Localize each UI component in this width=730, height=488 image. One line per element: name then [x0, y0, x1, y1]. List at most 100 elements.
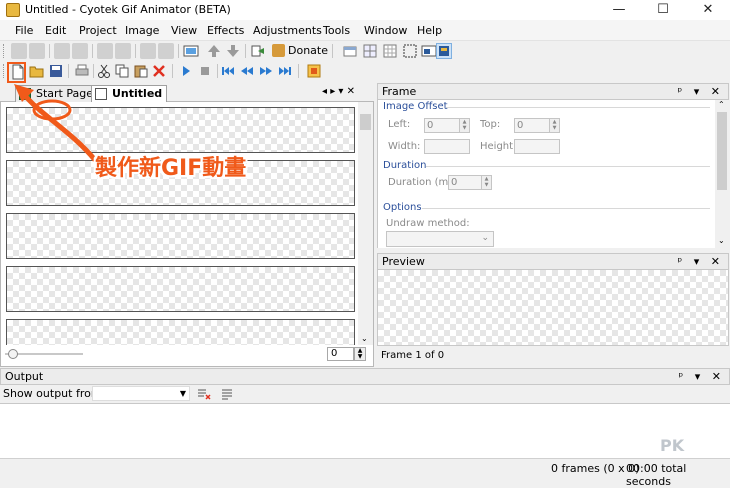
close-button[interactable]: ✕: [686, 0, 730, 20]
separator: [172, 64, 173, 78]
frame-thumbnail[interactable]: [6, 319, 355, 345]
stop-icon[interactable]: [197, 63, 213, 79]
separator: [135, 44, 136, 58]
next-frame-icon[interactable]: [258, 63, 274, 79]
frame-thumbnail[interactable]: [6, 213, 355, 259]
width-label: Width:: [388, 141, 421, 152]
panel-buttons[interactable]: ᵖ ▾ ✕: [678, 255, 724, 268]
panel-buttons[interactable]: ᵖ ▾ ✕: [678, 85, 724, 98]
left-input[interactable]: 0: [424, 118, 460, 133]
frame-icon[interactable]: [11, 43, 27, 59]
section-duration: Duration: [383, 160, 427, 171]
scroll-down-icon[interactable]: ⌄: [361, 334, 368, 343]
separator: [217, 64, 218, 78]
zoom-slider[interactable]: [5, 349, 83, 359]
minimize-button[interactable]: —: [597, 0, 641, 20]
duration-input[interactable]: 0: [448, 175, 482, 190]
scroll-down-icon[interactable]: ⌄: [718, 236, 725, 245]
import-image-icon[interactable]: [183, 43, 199, 59]
zoom-input[interactable]: 0: [327, 347, 354, 361]
panel-title: Preview: [382, 255, 425, 268]
export-icon[interactable]: [250, 43, 266, 59]
move-left-icon[interactable]: [115, 43, 131, 59]
menu-bar: File Edit Project Image View Effects Adj…: [0, 20, 730, 41]
document-icon[interactable]: [54, 43, 70, 59]
maximize-button[interactable]: ☐: [641, 0, 685, 20]
output-log[interactable]: [0, 403, 730, 458]
frame-counter: Frame 1 of 0: [381, 350, 445, 361]
top-input[interactable]: 0: [514, 118, 550, 133]
selection-icon[interactable]: [402, 43, 418, 59]
chevron-down-icon: ⌄: [481, 233, 489, 243]
menu-image[interactable]: Image: [125, 24, 159, 37]
donate-icon: [272, 44, 285, 57]
frame-panel-scrollbar[interactable]: ⌃ ⌄: [715, 100, 729, 248]
undraw-method-label: Undraw method:: [386, 218, 470, 229]
scroll-up-icon[interactable]: ⌃: [718, 100, 725, 109]
top-label: Top:: [480, 119, 501, 130]
print-icon[interactable]: [72, 43, 88, 59]
frame-properties: Image Offset Left: 0 ▲ ▼ Top: 0 ▲ ▼ Width:…: [377, 100, 715, 248]
menu-tools[interactable]: Tools: [323, 24, 350, 37]
menu-window[interactable]: Window: [364, 24, 407, 37]
output-toolbar: Show output from: ▼: [0, 385, 730, 403]
app-icon: [6, 3, 20, 17]
menu-file[interactable]: File: [15, 24, 33, 37]
menu-edit[interactable]: Edit: [45, 24, 66, 37]
title-bar: Untitled - Cyotek Gif Animator (BETA) — …: [0, 0, 730, 20]
move-down-icon[interactable]: [225, 43, 241, 59]
menu-help[interactable]: Help: [417, 24, 442, 37]
zoom-stepper[interactable]: ▲ ▼: [354, 347, 366, 361]
previous-frame-icon[interactable]: [239, 63, 255, 79]
window-icon[interactable]: [342, 43, 358, 59]
layer-icon[interactable]: [140, 43, 156, 59]
menu-view[interactable]: View: [171, 24, 197, 37]
left-label: Left:: [388, 119, 411, 130]
undraw-method-select[interactable]: ⌄: [386, 231, 494, 247]
width-input[interactable]: [424, 139, 470, 154]
donate-button[interactable]: Donate: [270, 42, 330, 60]
word-wrap-icon[interactable]: [220, 386, 236, 402]
tile-icon[interactable]: [362, 43, 378, 59]
annotation-label: 製作新GIF動畫: [95, 156, 247, 181]
separator: [49, 44, 50, 58]
delete-icon[interactable]: [151, 63, 167, 79]
move-up-icon[interactable]: [206, 43, 222, 59]
output-panel-header: Output ᵖ ▾ ✕: [0, 368, 730, 385]
grid-icon[interactable]: [382, 43, 398, 59]
left-stepper[interactable]: ▲ ▼: [459, 118, 470, 133]
divider: [426, 166, 710, 167]
preview-canvas: [377, 270, 729, 346]
top-stepper[interactable]: ▲ ▼: [549, 118, 560, 133]
scrollbar-thumb[interactable]: [360, 114, 371, 130]
output-source-select[interactable]: ▼: [92, 386, 190, 401]
status-total: 00:00 total seconds: [626, 462, 687, 488]
optimize-icon[interactable]: [306, 63, 322, 79]
tab-controls[interactable]: ◂ ▸ ▾ ✕: [322, 86, 355, 97]
window-title: Untitled - Cyotek Gif Animator (BETA): [25, 3, 231, 16]
properties-icon[interactable]: [436, 43, 452, 59]
first-frame-icon[interactable]: [220, 63, 236, 79]
frame-copy-icon[interactable]: [29, 43, 45, 59]
scrollbar-thumb[interactable]: [717, 112, 727, 190]
panel-buttons[interactable]: ᵖ ▾ ✕: [679, 370, 725, 383]
clear-output-icon[interactable]: [196, 386, 212, 402]
play-icon[interactable]: [178, 63, 194, 79]
menu-effects[interactable]: Effects: [207, 24, 244, 37]
image-icon[interactable]: [421, 43, 437, 59]
toolbar-grip[interactable]: [3, 44, 6, 58]
donate-label: Donate: [288, 44, 328, 57]
menu-project[interactable]: Project: [79, 24, 117, 37]
layer-copy-icon[interactable]: [158, 43, 174, 59]
slider-knob[interactable]: [8, 349, 18, 359]
height-label: Height:: [480, 141, 517, 152]
status-bar: 0 frames (0 x 0) 00:00 total seconds: [0, 458, 730, 488]
height-input[interactable]: [514, 139, 560, 154]
frames-scrollbar[interactable]: ⌄: [358, 102, 373, 345]
frame-thumbnail[interactable]: [6, 266, 355, 312]
menu-adjustments[interactable]: Adjustments: [253, 24, 322, 37]
last-frame-icon[interactable]: [277, 63, 293, 79]
move-first-icon[interactable]: [97, 43, 113, 59]
paste-icon[interactable]: [133, 63, 149, 79]
duration-stepper[interactable]: ▲ ▼: [481, 175, 492, 190]
